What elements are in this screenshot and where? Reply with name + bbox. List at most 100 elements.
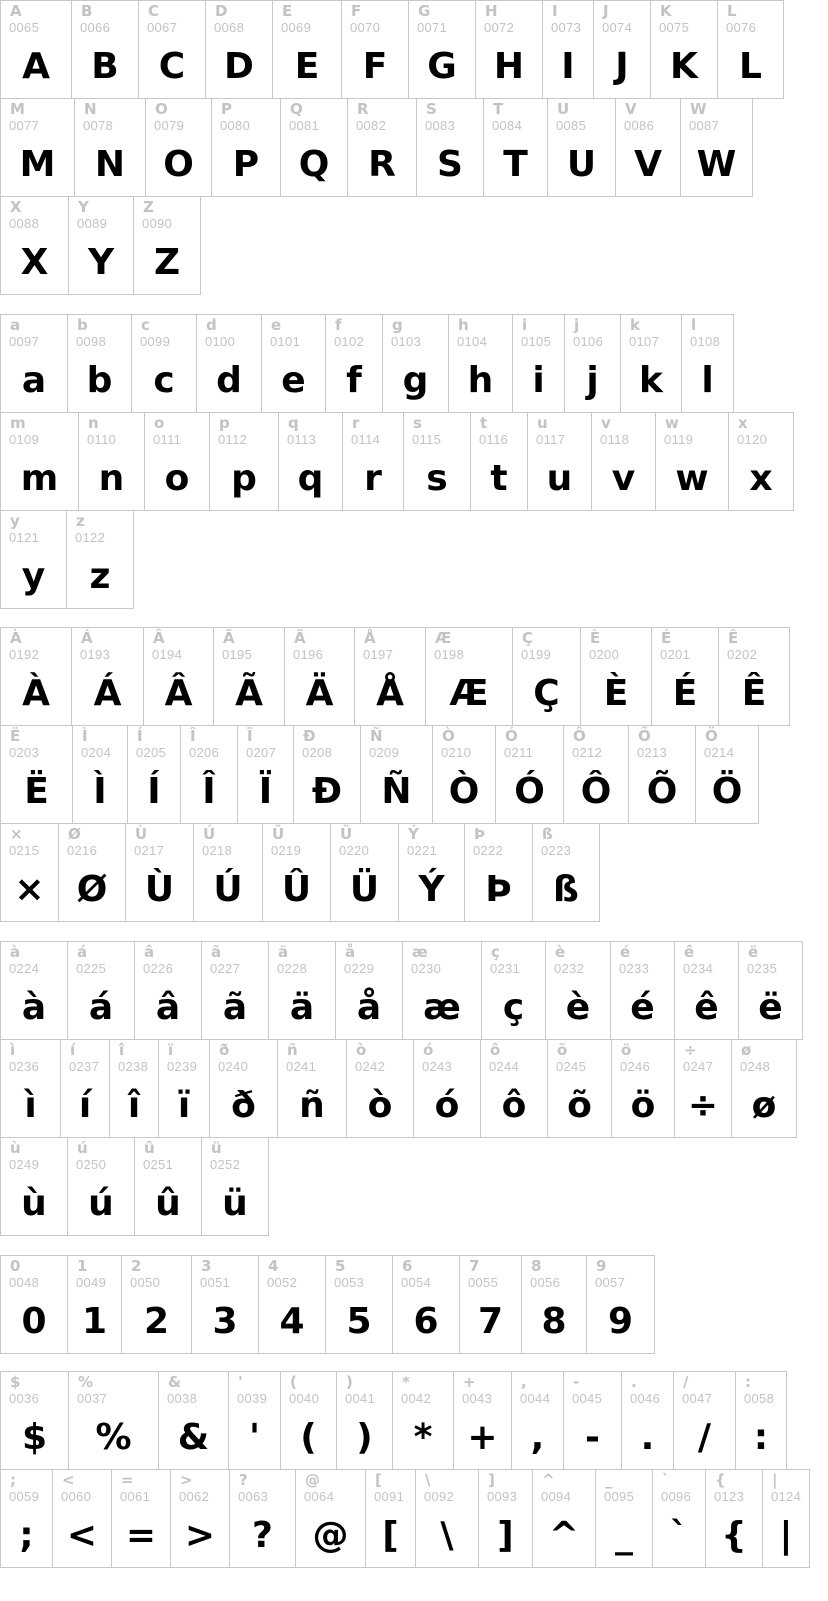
glyph-cell[interactable]: e 0101 e (261, 314, 326, 413)
glyph-cell[interactable]: D 0068 D (205, 0, 273, 99)
glyph-cell[interactable]: k 0107 k (620, 314, 682, 413)
glyph-cell[interactable]: Ñ 0209 Ñ (360, 725, 433, 824)
glyph-cell[interactable]: Ü 0220 Ü (330, 823, 399, 922)
glyph-cell[interactable]: ë 0235 ë (738, 941, 803, 1040)
glyph-cell[interactable]: ^ 0094 ^ (532, 1469, 596, 1568)
glyph-cell[interactable]: y 0121 y (0, 510, 67, 609)
glyph-cell[interactable]: U 0085 U (547, 98, 616, 197)
glyph-cell[interactable]: ö 0246 ö (611, 1039, 675, 1138)
glyph-cell[interactable]: n 0110 n (78, 412, 145, 511)
glyph-cell[interactable]: Ö 0214 Ö (695, 725, 759, 824)
glyph-cell[interactable]: ú 0250 ú (67, 1137, 135, 1236)
glyph-cell[interactable]: p 0112 p (209, 412, 279, 511)
glyph-cell[interactable]: Í 0205 Í (127, 725, 181, 824)
glyph-cell[interactable]: (0040( (280, 1371, 337, 1470)
glyph-cell[interactable]: Ú 0218 Ú (193, 823, 263, 922)
glyph-cell[interactable]: E 0069 E (272, 0, 342, 99)
glyph-cell[interactable]: æ 0230 æ (402, 941, 482, 1040)
glyph-cell[interactable]: â 0226 â (134, 941, 202, 1040)
glyph-cell[interactable]: h 0104 h (448, 314, 513, 413)
glyph-cell[interactable]: ] 0093] (478, 1469, 533, 1568)
glyph-cell[interactable]: ù 0249 ù (0, 1137, 68, 1236)
glyph-cell[interactable]: å 0229 å (335, 941, 403, 1040)
glyph-cell[interactable]: Ð 0208 Ð (293, 725, 361, 824)
glyph-cell[interactable]: ) 0041) (336, 1371, 393, 1470)
glyph-cell[interactable]: B 0066 B (71, 0, 139, 99)
glyph-cell[interactable]: f 0102 f (325, 314, 383, 413)
glyph-cell[interactable]: Î 0206 Î (180, 725, 238, 824)
glyph-cell[interactable]: & 0038 & (158, 1371, 229, 1470)
glyph-cell[interactable]: ê 0234 ê (674, 941, 739, 1040)
glyph-cell[interactable]: Å 0197 Å (354, 627, 426, 726)
glyph-cell[interactable]: ø 0248 ø (731, 1039, 797, 1138)
glyph-cell[interactable]: Ë 0203 Ë (0, 725, 73, 824)
glyph-cell[interactable]: ï 0239 ï (158, 1039, 210, 1138)
glyph-cell[interactable]: ô 0244 ô (480, 1039, 548, 1138)
glyph-cell[interactable]: J 0074 J (593, 0, 651, 99)
glyph-cell[interactable]: à 0224 à (0, 941, 68, 1040)
glyph-cell[interactable]: t 0116 t (470, 412, 528, 511)
glyph-cell[interactable]: í 0237 í (60, 1039, 110, 1138)
glyph-cell[interactable]: j 0106 j (564, 314, 621, 413)
glyph-cell[interactable]: Ø 0216 Ø (58, 823, 126, 922)
glyph-cell[interactable]: Â 0194 Â (143, 627, 214, 726)
glyph-cell[interactable]: g 0103 g (382, 314, 449, 413)
glyph-cell[interactable]: X 0088 X (0, 196, 69, 295)
glyph-cell[interactable]: a 0097 a (0, 314, 68, 413)
glyph-cell[interactable]: {0123{ (705, 1469, 763, 1568)
glyph-cell[interactable]: È 0200 È (580, 627, 652, 726)
glyph-cell[interactable]: l 0108 l (681, 314, 734, 413)
glyph-cell[interactable]: Ò 0210 Ò (432, 725, 496, 824)
glyph-cell[interactable]: î 0238 î (109, 1039, 159, 1138)
glyph-cell[interactable]: q 0113 q (278, 412, 343, 511)
glyph-cell[interactable]: É 0201 É (651, 627, 719, 726)
glyph-cell[interactable]: d 0100 d (196, 314, 262, 413)
glyph-cell[interactable]: Õ 0213 Õ (628, 725, 696, 824)
glyph-cell[interactable]: >0062 > (170, 1469, 230, 1568)
glyph-cell[interactable]: ç 0231 ç (481, 941, 546, 1040)
glyph-cell[interactable]: o 0111 o (144, 412, 210, 511)
glyph-cell[interactable]: N 0078 N (74, 98, 146, 197)
glyph-cell[interactable]: b 0098 b (67, 314, 132, 413)
glyph-cell[interactable]: õ 0245 õ (547, 1039, 612, 1138)
glyph-cell[interactable]: 0 0048 0 (0, 1255, 68, 1354)
glyph-cell[interactable]: ð 0240 ð (209, 1039, 278, 1138)
glyph-cell[interactable]: O 0079 O (145, 98, 212, 197)
glyph-cell[interactable]: H 0072 H (475, 0, 543, 99)
glyph-cell[interactable]: , 0044, (511, 1371, 564, 1470)
glyph-cell[interactable]: :0058: (735, 1371, 787, 1470)
glyph-cell[interactable]: Y 0089 Y (68, 196, 134, 295)
glyph-cell[interactable]: ä 0228 ä (268, 941, 336, 1040)
glyph-cell[interactable]: 7 0055 7 (459, 1255, 522, 1354)
glyph-cell[interactable]: T 0084 T (483, 98, 548, 197)
glyph-cell[interactable]: ` 0096 ` (652, 1469, 706, 1568)
glyph-cell[interactable]: [0091[ (365, 1469, 416, 1568)
glyph-cell[interactable]: × 0215 × (0, 823, 59, 922)
glyph-cell[interactable]: 1 0049 1 (67, 1255, 122, 1354)
glyph-cell[interactable]: ã 0227 ã (201, 941, 269, 1040)
glyph-cell[interactable]: * 0042 * (392, 1371, 454, 1470)
glyph-cell[interactable]: $0036 $ (0, 1371, 69, 1470)
glyph-cell[interactable]: Ä 0196 Ä (284, 627, 355, 726)
glyph-cell[interactable]: Ù 0217 Ù (125, 823, 194, 922)
glyph-cell[interactable]: Á 0193 Á (71, 627, 144, 726)
glyph-cell[interactable]: G 0071 G (408, 0, 476, 99)
glyph-cell[interactable]: % 0037% (68, 1371, 159, 1470)
glyph-cell[interactable]: = 0061 = (111, 1469, 171, 1568)
glyph-cell[interactable]: <0060 < (52, 1469, 112, 1568)
glyph-cell[interactable]: \ 0092 \ (415, 1469, 479, 1568)
glyph-cell[interactable]: -0045- (563, 1371, 622, 1470)
glyph-cell[interactable]: x 0120 x (728, 412, 794, 511)
glyph-cell[interactable]: +0043 + (453, 1371, 512, 1470)
glyph-cell[interactable]: c 0099 c (131, 314, 197, 413)
glyph-cell[interactable]: û 0251 û (134, 1137, 202, 1236)
glyph-cell[interactable]: Ç 0199 Ç (512, 627, 581, 726)
glyph-cell[interactable]: K 0075 K (650, 0, 718, 99)
glyph-cell[interactable]: è 0232 è (545, 941, 611, 1040)
glyph-cell[interactable]: I 0073 I (542, 0, 594, 99)
glyph-cell[interactable]: Ý 0221 Ý (398, 823, 465, 922)
glyph-cell[interactable]: ÷ 0247 ÷ (674, 1039, 732, 1138)
glyph-cell[interactable]: Ô 0212 Ô (563, 725, 629, 824)
glyph-cell[interactable]: W 0087 W (680, 98, 753, 197)
glyph-cell[interactable]: 3 0051 3 (191, 1255, 259, 1354)
